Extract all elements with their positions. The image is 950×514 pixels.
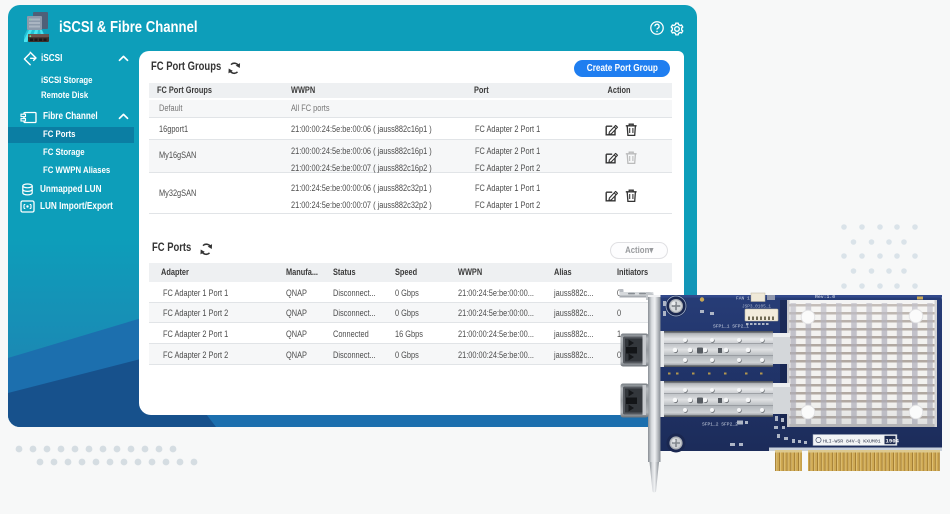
svg-text:1904: 1904 — [886, 437, 900, 444]
svg-text:SFP1_1 SFP2_1: SFP1_1 SFP2_1 — [713, 324, 749, 330]
svg-text:FAN 1: FAN 1 — [736, 296, 750, 302]
svg-text:Rev:1.0: Rev:1.0 — [815, 294, 835, 300]
svg-text:HLI-WSR 84V-Q KXUM01: HLI-WSR 84V-Q KXUM01 — [823, 438, 881, 444]
svg-text:SFP1_2 SFP2_2: SFP1_2 SFP2_2 — [702, 422, 738, 428]
